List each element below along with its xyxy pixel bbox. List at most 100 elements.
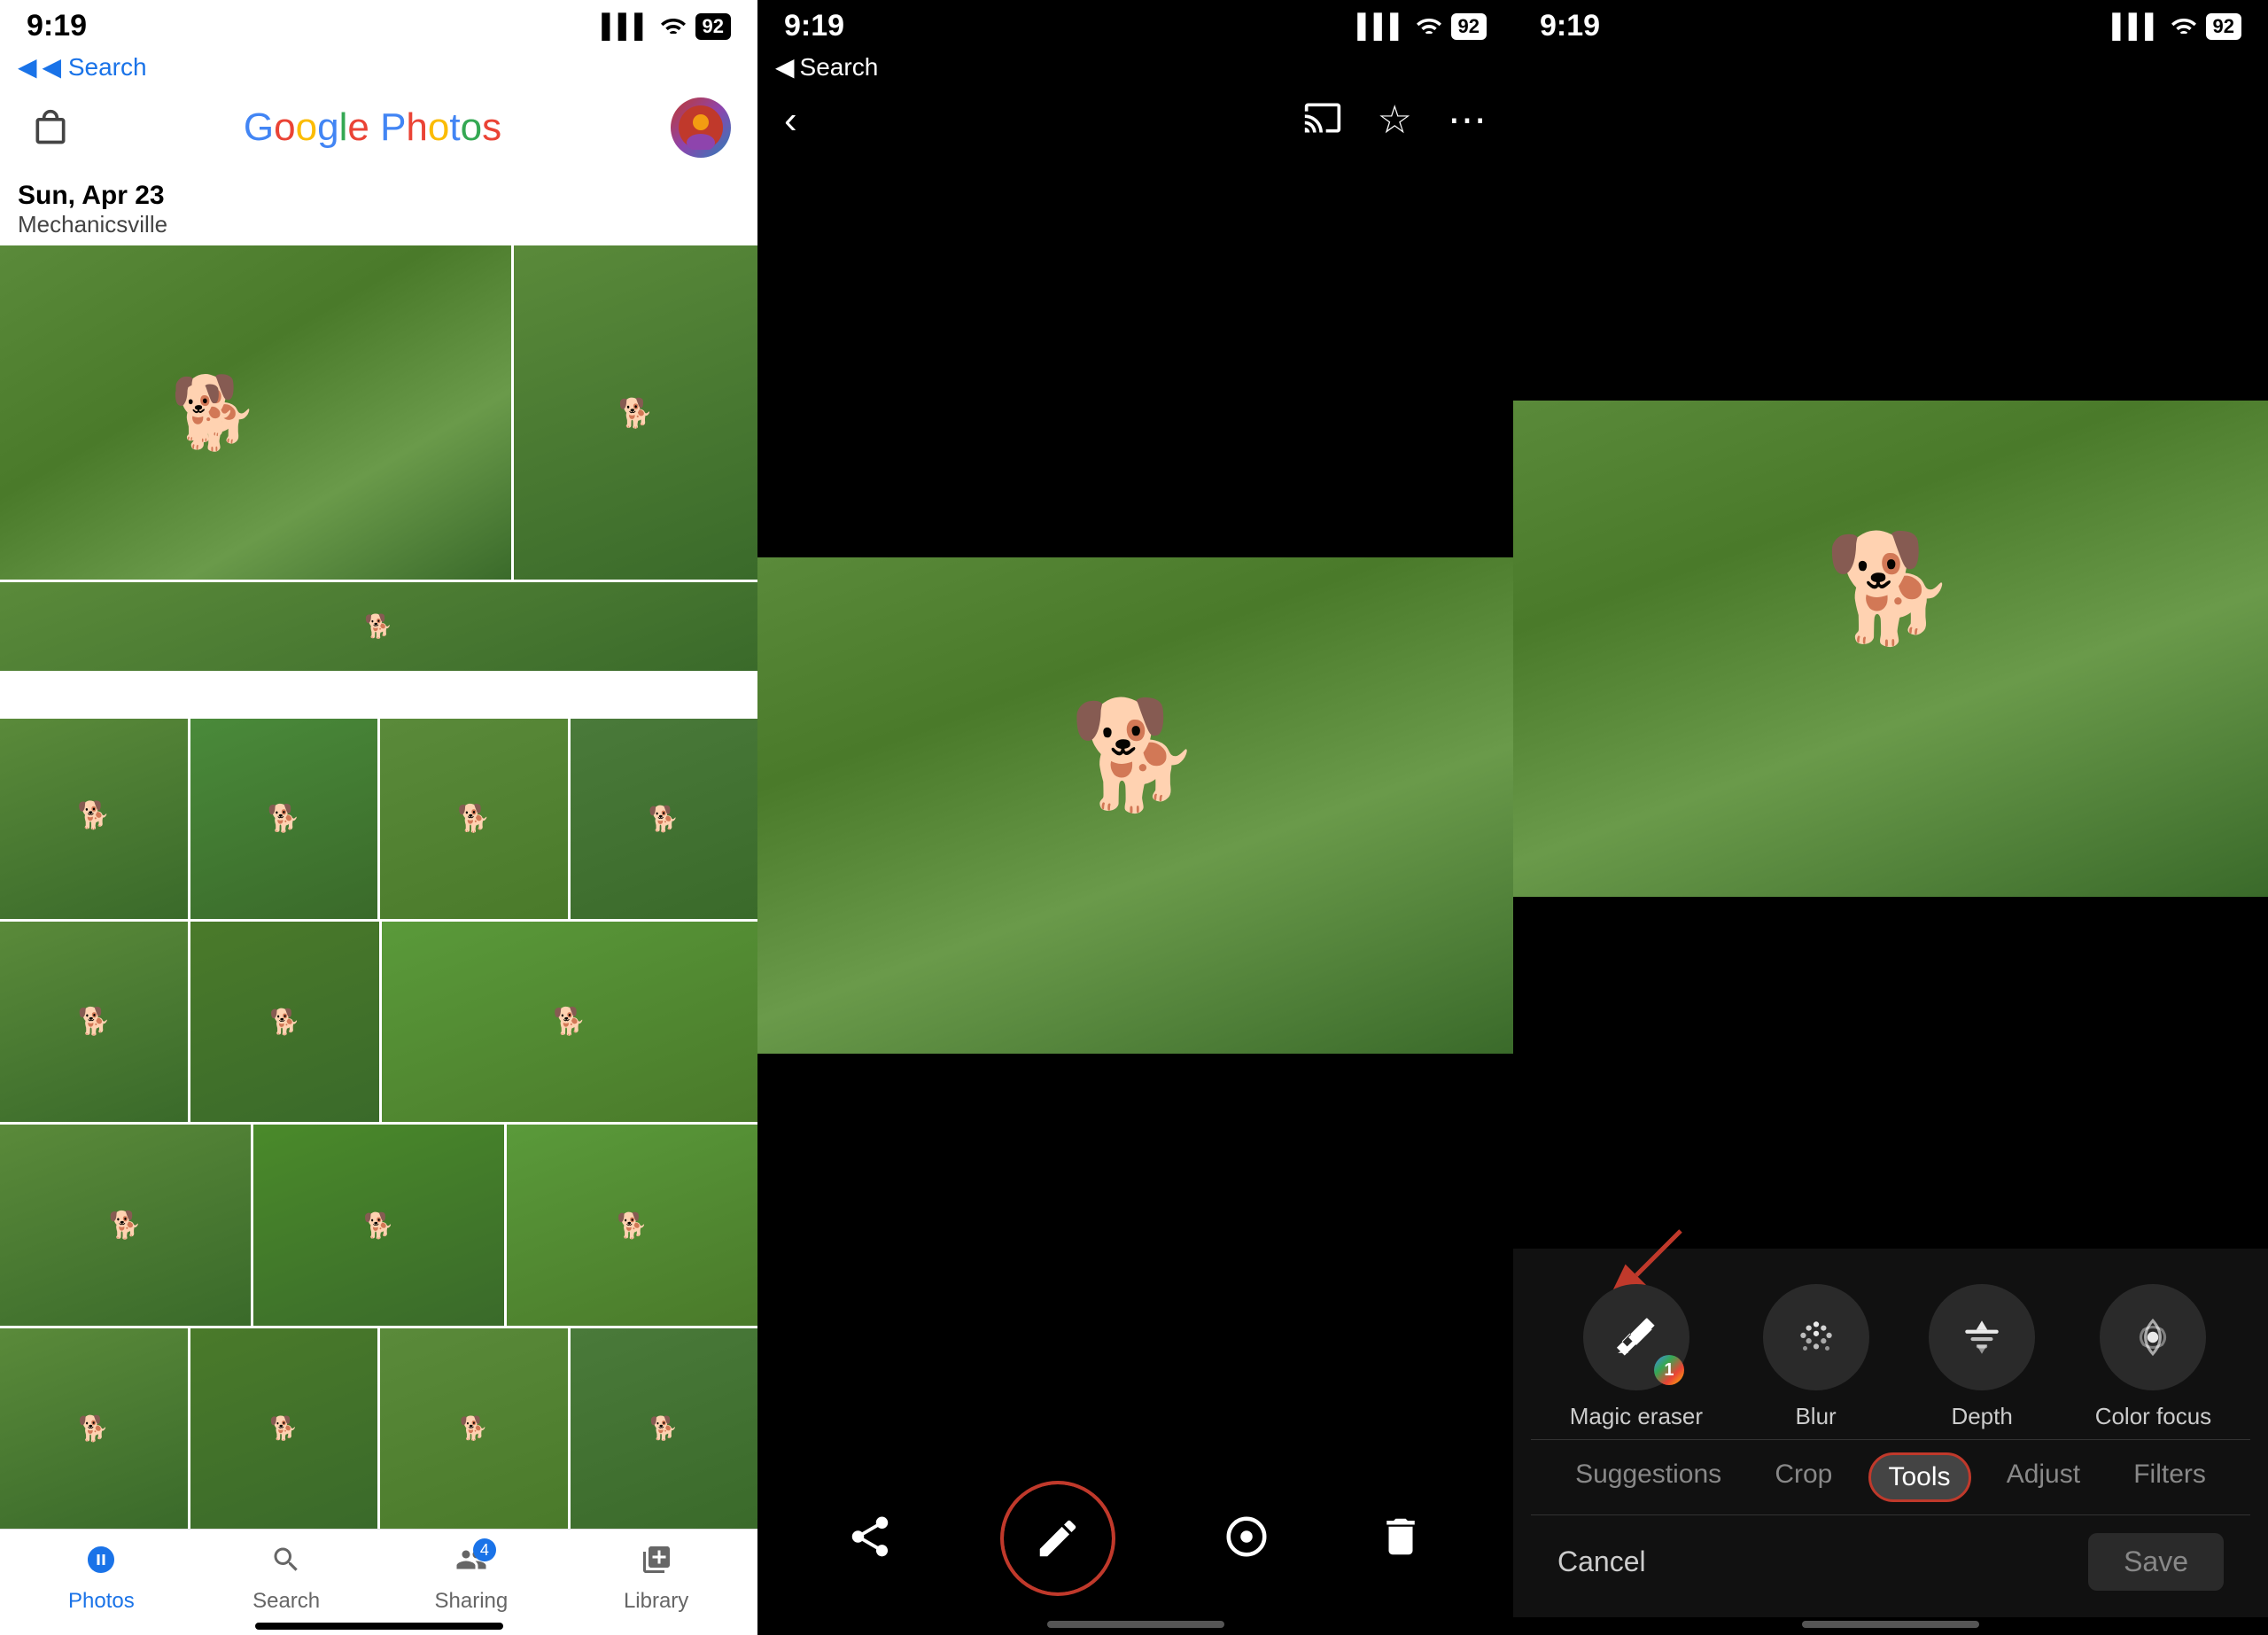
photos-nav-icon bbox=[85, 1544, 117, 1584]
save-button[interactable]: Save bbox=[2088, 1533, 2224, 1591]
gc-5-1[interactable]: 🐕 bbox=[0, 1125, 251, 1325]
location-text: Mechanicsville bbox=[18, 211, 740, 238]
depth-label: Depth bbox=[1951, 1403, 2012, 1430]
back-arrow-icon: ◀ bbox=[18, 52, 37, 82]
wifi-icon bbox=[660, 12, 687, 40]
share-button[interactable] bbox=[846, 1513, 894, 1565]
tool-item-depth[interactable]: Depth bbox=[1929, 1284, 2035, 1430]
search-nav-label: Search bbox=[252, 1589, 320, 1614]
edit-button[interactable] bbox=[1000, 1481, 1115, 1596]
panel-photos: 9:19 ▌▌▌ 92 ◀ ◀ Search Google Photos bbox=[0, 0, 757, 1635]
nav-item-photos[interactable]: Photos bbox=[48, 1544, 154, 1614]
delete-button[interactable] bbox=[1377, 1513, 1425, 1565]
viewer-signal-icon: ▌▌▌ bbox=[1357, 12, 1406, 40]
sharing-badge-count: 4 bbox=[473, 1538, 496, 1561]
viewer-bottom-bar bbox=[757, 1460, 1513, 1617]
edit-status-time: 9:19 bbox=[1540, 9, 1600, 43]
gc-6-2[interactable]: 🐕 bbox=[190, 1328, 378, 1529]
viewer-home-bar bbox=[1047, 1621, 1224, 1628]
google-photos-logo: Google Photos bbox=[244, 105, 501, 150]
grid-row-3: 🐕 🐕 🐕 🐕 bbox=[0, 719, 757, 919]
viewer-status-time: 9:19 bbox=[784, 9, 844, 43]
edit-wifi-icon bbox=[2171, 14, 2197, 38]
gc-6-3[interactable]: 🐕 bbox=[380, 1328, 568, 1529]
gc-6-1[interactable]: 🐕 bbox=[0, 1328, 188, 1529]
shop-icon[interactable] bbox=[27, 104, 74, 152]
photo-grid: 🐕 🐕 🐕 🐕 🐕 🐕 bbox=[0, 245, 757, 1529]
grid-cell-3[interactable]: 🐕 bbox=[0, 582, 757, 671]
red-arrow-indicator bbox=[1610, 1222, 1698, 1293]
library-nav-icon bbox=[641, 1544, 672, 1584]
gc-3-1[interactable]: 🐕 bbox=[0, 719, 188, 919]
edit-tabs: Suggestions Crop Tools Adjust Filters bbox=[1531, 1439, 2250, 1514]
viewer-back-label: Search bbox=[800, 53, 879, 82]
depth-button[interactable] bbox=[1929, 1284, 2035, 1390]
gc-5-2[interactable]: 🐕 bbox=[253, 1125, 504, 1325]
lens-button[interactable] bbox=[1223, 1513, 1270, 1565]
viewer-photo-area: 🐕 bbox=[757, 152, 1513, 1460]
gc-4-1[interactable]: 🐕 bbox=[0, 922, 188, 1122]
gc-3-3[interactable]: 🐕 bbox=[380, 719, 568, 919]
date-text: Sun, Apr 23 bbox=[18, 181, 740, 211]
viewer-status-icons: ▌▌▌ 92 bbox=[1357, 12, 1487, 40]
home-bar-photos bbox=[255, 1623, 503, 1630]
bottom-nav: Photos Search 4 Sharing Library bbox=[0, 1529, 757, 1621]
nav-item-library[interactable]: Library bbox=[603, 1544, 710, 1614]
sharing-nav-icon: 4 bbox=[455, 1544, 487, 1584]
edit-main-photo: 🐕 bbox=[1513, 401, 2268, 897]
status-time-photos: 9:19 bbox=[27, 9, 87, 43]
viewer-status-bar: 9:19 ▌▌▌ 92 bbox=[757, 0, 1513, 49]
tool-item-magic-eraser[interactable]: 1 Magic eraser bbox=[1570, 1284, 1703, 1430]
back-label-photos: ◀ Search bbox=[43, 52, 147, 82]
status-icons-photos: ▌▌▌ 92 bbox=[602, 12, 731, 40]
color-focus-label: Color focus bbox=[2095, 1403, 2212, 1430]
viewer-main-photo[interactable]: 🐕 bbox=[757, 557, 1513, 1054]
nav-item-sharing[interactable]: 4 Sharing bbox=[418, 1544, 524, 1614]
edit-home-bar bbox=[1802, 1621, 1979, 1628]
color-focus-button[interactable] bbox=[2100, 1284, 2206, 1390]
tab-tools[interactable]: Tools bbox=[1868, 1452, 1971, 1502]
magic-eraser-button[interactable]: 1 bbox=[1583, 1284, 1689, 1390]
gc-3-2[interactable]: 🐕 bbox=[190, 719, 378, 919]
tool-item-color-focus[interactable]: Color focus bbox=[2095, 1284, 2212, 1430]
tools-panel: 1 Magic eraser bbox=[1513, 1249, 2268, 1617]
nav-item-search[interactable]: Search bbox=[233, 1544, 339, 1614]
edit-bottom-bar: Cancel Save bbox=[1531, 1514, 2250, 1608]
edit-status-icons: ▌▌▌ 92 bbox=[2112, 12, 2241, 40]
grid-cell-1[interactable]: 🐕 bbox=[0, 245, 511, 580]
gc-3-4[interactable]: 🐕 bbox=[571, 719, 758, 919]
gc-4-2[interactable]: 🐕 bbox=[190, 922, 378, 1122]
gc-4-3[interactable]: 🐕 bbox=[382, 922, 758, 1122]
edit-signal-icon: ▌▌▌ bbox=[2112, 12, 2161, 40]
gc-5-3[interactable]: 🐕 bbox=[507, 1125, 757, 1325]
panel-viewer: 9:19 ▌▌▌ 92 ◀ Search ‹ ☆ ⋯ 🐕 bbox=[757, 0, 1513, 1635]
edit-status-bar: 9:19 ▌▌▌ 92 bbox=[1513, 0, 2268, 49]
library-nav-label: Library bbox=[624, 1589, 688, 1614]
magic-eraser-badge: 1 bbox=[1654, 1355, 1684, 1385]
status-bar-photos: 9:19 ▌▌▌ 92 bbox=[0, 0, 757, 49]
tab-crop[interactable]: Crop bbox=[1757, 1452, 1850, 1502]
search-nav-icon bbox=[270, 1544, 302, 1584]
viewer-toolbar-icons: ☆ ⋯ bbox=[1303, 97, 1487, 143]
edit-photo-area: 🐕 bbox=[1513, 49, 2268, 1249]
user-avatar[interactable] bbox=[671, 97, 731, 158]
tab-filters[interactable]: Filters bbox=[2116, 1452, 2224, 1502]
star-button[interactable]: ☆ bbox=[1378, 97, 1412, 143]
blur-button[interactable] bbox=[1763, 1284, 1869, 1390]
tab-adjust[interactable]: Adjust bbox=[1989, 1452, 2098, 1502]
tab-suggestions[interactable]: Suggestions bbox=[1557, 1452, 1739, 1502]
edit-home-indicator bbox=[1513, 1617, 2268, 1635]
signal-icon: ▌▌▌ bbox=[602, 12, 650, 40]
more-options-button[interactable]: ⋯ bbox=[1448, 97, 1487, 143]
cancel-button[interactable]: Cancel bbox=[1557, 1545, 1646, 1578]
home-indicator-photos bbox=[0, 1621, 757, 1635]
viewer-back-nav[interactable]: ◀ Search bbox=[757, 49, 1513, 89]
date-label: Sun, Apr 23 Mechanicsville bbox=[0, 172, 757, 245]
photos-header: Google Photos bbox=[0, 89, 757, 172]
gc-6-4[interactable]: 🐕 bbox=[571, 1328, 758, 1529]
viewer-back-button[interactable]: ‹ bbox=[784, 98, 797, 143]
tool-item-blur[interactable]: Blur bbox=[1763, 1284, 1869, 1430]
grid-cell-2[interactable]: 🐕 bbox=[514, 245, 757, 580]
back-nav-photos[interactable]: ◀ ◀ Search bbox=[0, 49, 757, 89]
cast-button[interactable] bbox=[1303, 98, 1342, 142]
